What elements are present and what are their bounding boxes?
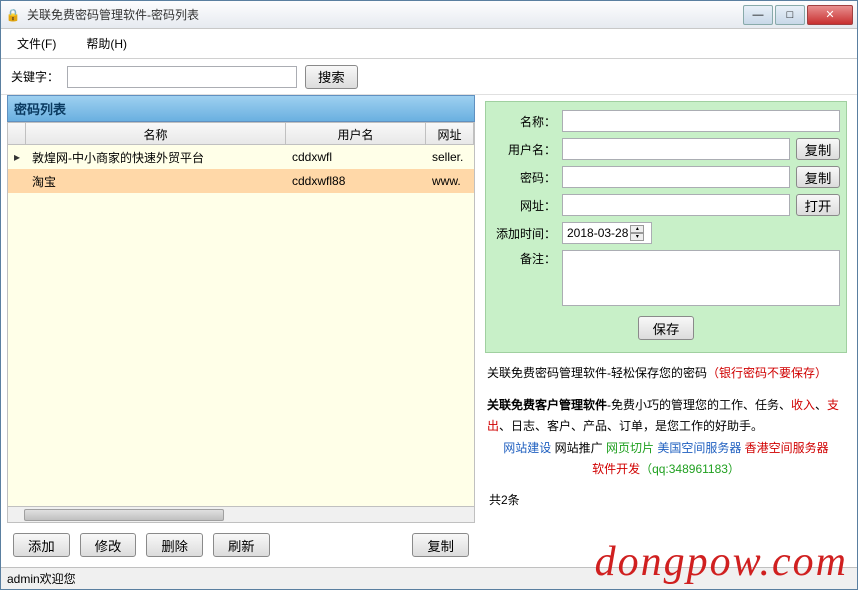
- cell-url: seller.: [426, 147, 474, 167]
- name-field[interactable]: [562, 110, 840, 132]
- search-button[interactable]: 搜索: [305, 65, 358, 89]
- delete-button[interactable]: 删除: [146, 533, 203, 557]
- cell-name: 淘宝: [26, 170, 286, 193]
- bottom-buttons: 添加 修改 删除 刷新 复制: [7, 523, 475, 567]
- date-value: 2018-03-28: [567, 226, 628, 240]
- cell-url: www.: [426, 171, 474, 191]
- name-label: 名称：: [492, 113, 556, 130]
- cell-user: cddxwfl: [286, 147, 426, 167]
- ad-line-2: 关联免费客户管理软件-免费小巧的管理您的工作、任务、收入、支出、日志、客户、产品…: [487, 395, 845, 438]
- col-url[interactable]: 网址: [426, 123, 474, 144]
- searchbar: 关键字： 搜索: [1, 59, 857, 95]
- note-label: 备注：: [492, 250, 556, 267]
- save-button[interactable]: 保存: [638, 316, 694, 340]
- titlebar: 🔒 关联免费密码管理软件-密码列表 — □ ✕: [1, 1, 857, 29]
- statusbar: admin欢迎您: [1, 567, 857, 589]
- chevron-up-icon[interactable]: ▴: [630, 225, 644, 233]
- copy-pwd-button[interactable]: 复制: [796, 166, 840, 188]
- search-input[interactable]: [67, 66, 297, 88]
- ad-line-4: 软件开发（qq:348961183）: [487, 459, 845, 481]
- copy-user-button[interactable]: 复制: [796, 138, 840, 160]
- grid-head: 名称 用户名 网址: [8, 123, 474, 145]
- cell-user: cddxwfl88: [286, 171, 426, 191]
- table-row[interactable]: ▸ 敦煌网-中小商家的快速外贸平台 cddxwfl seller.: [8, 145, 474, 169]
- date-field[interactable]: 2018-03-28 ▴▾: [562, 222, 652, 244]
- col-marker: [8, 123, 26, 144]
- app-window: 🔒 关联免费密码管理软件-密码列表 — □ ✕ 文件(F) 帮助(H) 关键字：…: [0, 0, 858, 590]
- menu-file[interactable]: 文件(F): [11, 31, 62, 56]
- menubar: 文件(F) 帮助(H): [1, 29, 857, 59]
- pwd-label: 密码：: [492, 169, 556, 186]
- menu-help[interactable]: 帮助(H): [80, 31, 133, 56]
- chevron-down-icon[interactable]: ▾: [630, 233, 644, 241]
- window-title: 关联免费密码管理软件-密码列表: [27, 6, 743, 23]
- close-button[interactable]: ✕: [807, 5, 853, 25]
- col-user[interactable]: 用户名: [286, 123, 426, 144]
- maximize-button[interactable]: □: [775, 5, 805, 25]
- edit-button[interactable]: 修改: [80, 533, 137, 557]
- copy-button[interactable]: 复制: [412, 533, 469, 557]
- pwd-field[interactable]: [562, 166, 790, 188]
- status-text: admin欢迎您: [7, 570, 76, 587]
- add-button[interactable]: 添加: [13, 533, 70, 557]
- scrollbar-thumb[interactable]: [24, 509, 224, 521]
- row-marker-icon: ▸: [8, 150, 26, 164]
- lock-icon: 🔒: [5, 7, 21, 23]
- user-field[interactable]: [562, 138, 790, 160]
- user-label: 用户名：: [492, 141, 556, 158]
- content: 密码列表 名称 用户名 网址 ▸ 敦煌网-中小商家的快速外贸平台 cddxwfl…: [1, 95, 857, 567]
- window-buttons: — □ ✕: [743, 5, 853, 25]
- ad-line-3: 网站建设 网站推广 网页切片 美国空间服务器 香港空间服务器: [487, 438, 845, 460]
- url-field[interactable]: [562, 194, 790, 216]
- horizontal-scrollbar[interactable]: [8, 506, 474, 522]
- note-field[interactable]: [562, 250, 840, 306]
- ad-line-1: 关联免费密码管理软件-轻松保存您的密码（银行密码不要保存）: [487, 363, 845, 385]
- refresh-button[interactable]: 刷新: [213, 533, 270, 557]
- open-url-button[interactable]: 打开: [796, 194, 840, 216]
- right-panel: 名称： 用户名： 复制 密码： 复制 网址： 打开: [481, 95, 857, 567]
- ads-panel: 关联免费密码管理软件-轻松保存您的密码（银行密码不要保存） 关联免费客户管理软件…: [485, 353, 847, 491]
- search-label: 关键字：: [11, 68, 59, 85]
- detail-form: 名称： 用户名： 复制 密码： 复制 网址： 打开: [485, 101, 847, 353]
- date-label: 添加时间：: [492, 225, 556, 242]
- url-label: 网址：: [492, 197, 556, 214]
- cell-name: 敦煌网-中小商家的快速外贸平台: [26, 146, 286, 169]
- col-name[interactable]: 名称: [26, 123, 286, 144]
- password-grid: 名称 用户名 网址 ▸ 敦煌网-中小商家的快速外贸平台 cddxwfl sell…: [7, 122, 475, 523]
- minimize-button[interactable]: —: [743, 5, 773, 25]
- date-spinner[interactable]: ▴▾: [630, 225, 644, 241]
- count-label: 共2条: [485, 491, 847, 508]
- left-panel: 密码列表 名称 用户名 网址 ▸ 敦煌网-中小商家的快速外贸平台 cddxwfl…: [1, 95, 481, 567]
- list-header: 密码列表: [7, 95, 475, 122]
- table-row[interactable]: 淘宝 cddxwfl88 www.: [8, 169, 474, 193]
